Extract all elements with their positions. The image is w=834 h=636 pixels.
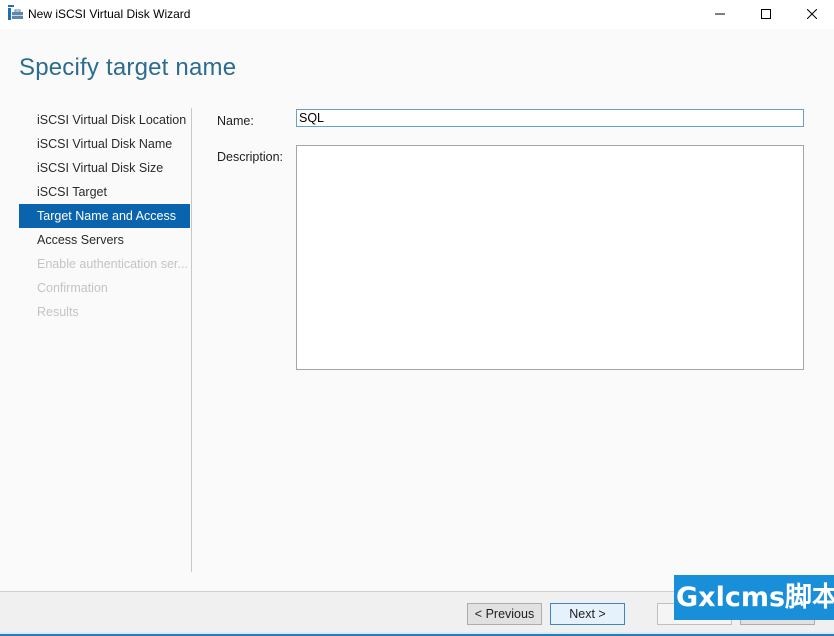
nav-step-iscsi-target[interactable]: iSCSI Target xyxy=(19,180,190,204)
nav-step-target-name-access[interactable]: Target Name and Access xyxy=(19,204,190,228)
nav-step-confirmation: Confirmation xyxy=(37,281,108,295)
page-title: Specify target name xyxy=(19,54,237,81)
close-icon xyxy=(806,8,818,22)
footer-accent-bar xyxy=(0,632,834,636)
nav-step-disk-location[interactable]: iSCSI Virtual Disk Location xyxy=(19,108,190,132)
next-button[interactable]: Next > xyxy=(550,603,625,625)
maximize-button[interactable] xyxy=(743,0,789,29)
description-label: Description: xyxy=(217,150,283,164)
name-label: Name: xyxy=(217,114,254,128)
minimize-icon xyxy=(715,8,725,22)
description-textarea[interactable] xyxy=(296,145,804,370)
wizard-steps-nav: iSCSI Virtual Disk Location iSCSI Virtua… xyxy=(19,108,190,324)
maximize-icon xyxy=(761,8,771,22)
window-title: New iSCSI Virtual Disk Wizard xyxy=(28,7,191,21)
wizard-app-icon xyxy=(8,5,24,21)
title-bar: New iSCSI Virtual Disk Wizard xyxy=(0,0,834,29)
minimize-button[interactable] xyxy=(697,0,743,29)
nav-step-access-servers[interactable]: Access Servers xyxy=(19,228,190,252)
watermark-overlay: Gxlcms脚本 xyxy=(674,575,834,620)
nav-step-enable-authentication: Enable authentication ser... xyxy=(37,257,188,271)
name-input[interactable] xyxy=(296,109,804,127)
nav-step-results: Results xyxy=(37,305,79,319)
nav-step-disk-size[interactable]: iSCSI Virtual Disk Size xyxy=(19,156,190,180)
close-button[interactable] xyxy=(789,0,834,29)
nav-step-disk-name[interactable]: iSCSI Virtual Disk Name xyxy=(19,132,190,156)
previous-button[interactable]: < Previous xyxy=(467,603,542,625)
nav-divider xyxy=(191,108,192,572)
